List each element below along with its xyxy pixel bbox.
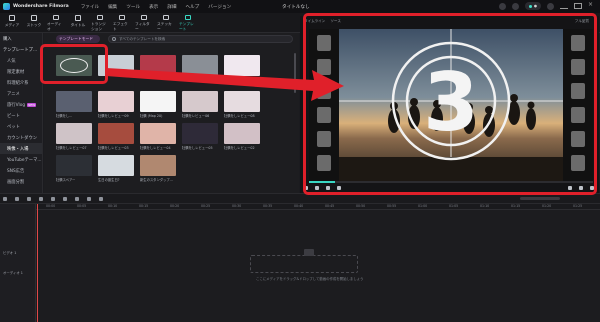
arrow-annotation — [106, 68, 344, 101]
